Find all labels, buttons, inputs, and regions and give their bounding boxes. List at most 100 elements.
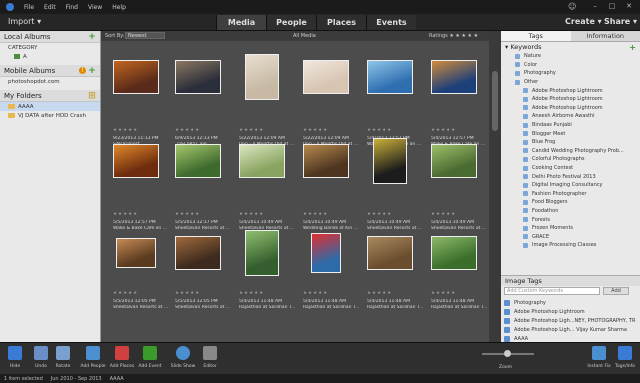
rating-stars[interactable]: ★★★★★ — [367, 212, 392, 217]
mobile-albums-header[interactable]: Mobile Albums ! + — [0, 65, 100, 77]
keyword-tag[interactable]: Blue Frog — [501, 138, 640, 147]
photo-thumbnail[interactable] — [367, 236, 413, 270]
keyword-tag[interactable]: Colorful Photographs — [501, 155, 640, 164]
keyword-tag[interactable]: Frozen Moments — [501, 224, 640, 233]
rating-stars[interactable]: ★★★★★ — [367, 128, 392, 133]
menu-file[interactable]: File — [24, 4, 34, 11]
tab-events[interactable]: Events — [366, 15, 416, 30]
local-albums-header[interactable]: Local Albums + — [0, 31, 100, 43]
media-thumbnail-cell[interactable]: ★★★★★ 5/5/2013 12:57 PM Wake & Bake Cafe o… — [111, 137, 171, 236]
scrollbar-thumb[interactable] — [492, 71, 498, 131]
keyword-tag[interactable]: Cooking Contest — [501, 164, 640, 173]
menu-help[interactable]: Help — [112, 4, 126, 11]
tab-tags[interactable]: Tags — [501, 31, 571, 41]
photo-thumbnail[interactable] — [373, 138, 407, 184]
media-thumbnail-cell[interactable]: ★★★★★ 5/4/2013 10:49 AM Sheetalvan Resorts… — [237, 137, 297, 236]
folder-view-icon[interactable]: ⊞ — [88, 91, 96, 100]
rating-stars[interactable]: ★★★★★ — [113, 212, 138, 217]
slide-show-button[interactable]: Slide Show — [170, 346, 196, 369]
tab-people[interactable]: People — [266, 15, 316, 30]
keyword-tag[interactable]: Blogger Meet — [501, 129, 640, 138]
rating-stars[interactable]: ★★★★★ — [431, 128, 456, 133]
user-icon[interactable]: ☺ — [568, 2, 578, 12]
keyword-tag[interactable]: Forests — [501, 215, 640, 224]
custom-keywords-input[interactable]: Add Custom Keywords — [504, 287, 600, 295]
share-button[interactable]: Share ▾ — [604, 17, 637, 26]
keyword-tag[interactable]: Bindaas Punjabi — [501, 121, 640, 130]
media-thumbnail-cell[interactable]: ★★★★★ 5/4/2013 11:48 AM Rajasthan at Sarah… — [365, 229, 425, 315]
photo-thumbnail[interactable] — [239, 144, 285, 178]
keyword-tag[interactable]: Delhi Photo Festival 2013 — [501, 172, 640, 181]
keyword-tag[interactable]: Digital Imaging Consultancy — [501, 181, 640, 190]
add-album-icon[interactable]: + — [88, 32, 96, 41]
media-thumbnail-cell[interactable]: ★★★★★ 5/5/2013 12:05 PM Sheetalvan Resorts… — [111, 229, 171, 315]
media-thumbnail-cell[interactable]: ★★★★★ 5/4/2013 11:48 AM Rajasthan at Sarah… — [429, 229, 489, 315]
add-mobile-album-icon[interactable]: + — [88, 66, 96, 75]
rating-stars[interactable]: ★★★★★ — [175, 212, 200, 217]
rating-stars[interactable]: ★★★★★ — [303, 128, 328, 133]
warning-icon[interactable]: ! — [79, 67, 86, 74]
rating-stars[interactable]: ★★★★★ — [113, 128, 138, 133]
grid-scrollbar[interactable] — [489, 31, 501, 342]
media-thumbnail-cell[interactable]: ★★★★★ 5/4/2013 11:48 AM Rajasthan at Sarah… — [237, 229, 297, 315]
menu-edit[interactable]: Edit — [44, 4, 56, 11]
media-thumbnail-cell[interactable]: ★★★★★ 5/5/2013 12:17 PM Sheetalvan Resorts… — [173, 137, 233, 236]
photo-thumbnail[interactable] — [113, 60, 159, 94]
media-thumbnail-cell[interactable]: ★★★★★ 5/4/2013 10:49 AM Sheetalvan Resorts… — [365, 137, 425, 236]
add-event-button[interactable]: Add Event — [137, 346, 163, 369]
media-thumbnail-cell[interactable]: ★★★★★ 5/5/2013 12:05 PM Sheetalvan Resorts… — [173, 229, 233, 315]
keyword-tag[interactable]: Adobe Photoshop Lightroom — [501, 104, 640, 113]
rating-stars[interactable]: ★★★★★ — [175, 291, 200, 296]
menu-find[interactable]: Find — [66, 4, 78, 11]
rating-stars[interactable]: ★★★★★ — [239, 212, 264, 217]
photo-thumbnail[interactable] — [245, 230, 279, 276]
album-item-a[interactable]: A — [0, 52, 100, 61]
category-item[interactable]: CATEGORY — [0, 43, 100, 52]
keyword-category[interactable]: Other — [501, 78, 640, 87]
menu-view[interactable]: View — [88, 4, 102, 11]
keyword-tag[interactable]: Foodathon — [501, 207, 640, 216]
image-tag[interactable]: Photography — [504, 298, 637, 307]
image-tag[interactable]: Adobe Photoshop Ligh... Vijay Kumar Shar… — [504, 325, 637, 334]
ratings-filter[interactable]: Ratings ★ ★ ★ ★ ★ — [429, 33, 478, 39]
photo-thumbnail[interactable] — [431, 144, 477, 178]
image-tag[interactable]: Adobe Photoshop Ligh...NEY, PHOTOGRAPHY,… — [504, 316, 637, 325]
add-keyword-button[interactable]: Add — [603, 287, 629, 295]
rating-stars[interactable]: ★★★★★ — [113, 291, 138, 296]
keyword-tag[interactable]: Image Processing Classes — [501, 241, 640, 250]
keywords-header[interactable]: ▾ Keywords + — [501, 42, 640, 52]
rating-stars[interactable]: ★★★★★ — [239, 128, 264, 133]
image-tag[interactable]: Adobe Photoshop Lightroom — [504, 307, 637, 316]
rating-stars[interactable]: ★★★★★ — [303, 212, 328, 217]
import-button[interactable]: Import ▾ — [8, 17, 41, 26]
mobile-account-item[interactable]: photoshopdot.com — [0, 77, 100, 86]
keyword-tag[interactable]: GRACE — [501, 232, 640, 241]
media-thumbnail-cell[interactable]: ★★★★★ 5/4/2013 10:49 AM Wedding Bands of K… — [301, 137, 361, 236]
tab-places[interactable]: Places — [316, 15, 366, 30]
my-folders-header[interactable]: My Folders ⊞ — [0, 90, 100, 102]
editor-button[interactable]: Editor — [197, 346, 223, 369]
tab-media[interactable]: Media — [216, 15, 266, 30]
photo-thumbnail[interactable] — [311, 233, 341, 273]
keyword-category[interactable]: Nature — [501, 52, 640, 61]
media-thumbnail-cell[interactable]: ★★★★★ 5/4/2013 10:49 AM Sheetalvan Resorts… — [429, 137, 489, 236]
rating-stars[interactable]: ★★★★★ — [431, 291, 456, 296]
keyword-tag[interactable]: Aneesh Airborne Awasthi — [501, 112, 640, 121]
instant-fix-button[interactable]: Instant Fix — [586, 346, 612, 369]
sort-select[interactable]: Newest — [125, 32, 165, 39]
keyword-tag[interactable]: Fashion Photographer — [501, 190, 640, 199]
add-people-button[interactable]: Add People — [80, 346, 106, 369]
zoom-knob[interactable] — [504, 350, 511, 357]
hide-button[interactable]: Hide — [2, 346, 28, 369]
create-button[interactable]: Create ▾ — [565, 17, 602, 26]
add-places-button[interactable]: Add Places — [109, 346, 135, 369]
close-button[interactable]: ✕ — [622, 2, 636, 11]
keyword-category[interactable]: Color — [501, 61, 640, 70]
keyword-tag[interactable]: Food Bloggers — [501, 198, 640, 207]
add-keyword-icon[interactable]: + — [629, 43, 636, 52]
rating-stars[interactable]: ★★★★★ — [431, 212, 456, 217]
photo-thumbnail[interactable] — [245, 54, 279, 100]
photo-thumbnail[interactable] — [303, 60, 349, 94]
media-thumbnail-cell[interactable]: ★★★★★ 5/4/2013 11:48 AM Rajasthan at Sarah… — [301, 229, 361, 315]
rating-stars[interactable]: ★★★★★ — [239, 291, 264, 296]
